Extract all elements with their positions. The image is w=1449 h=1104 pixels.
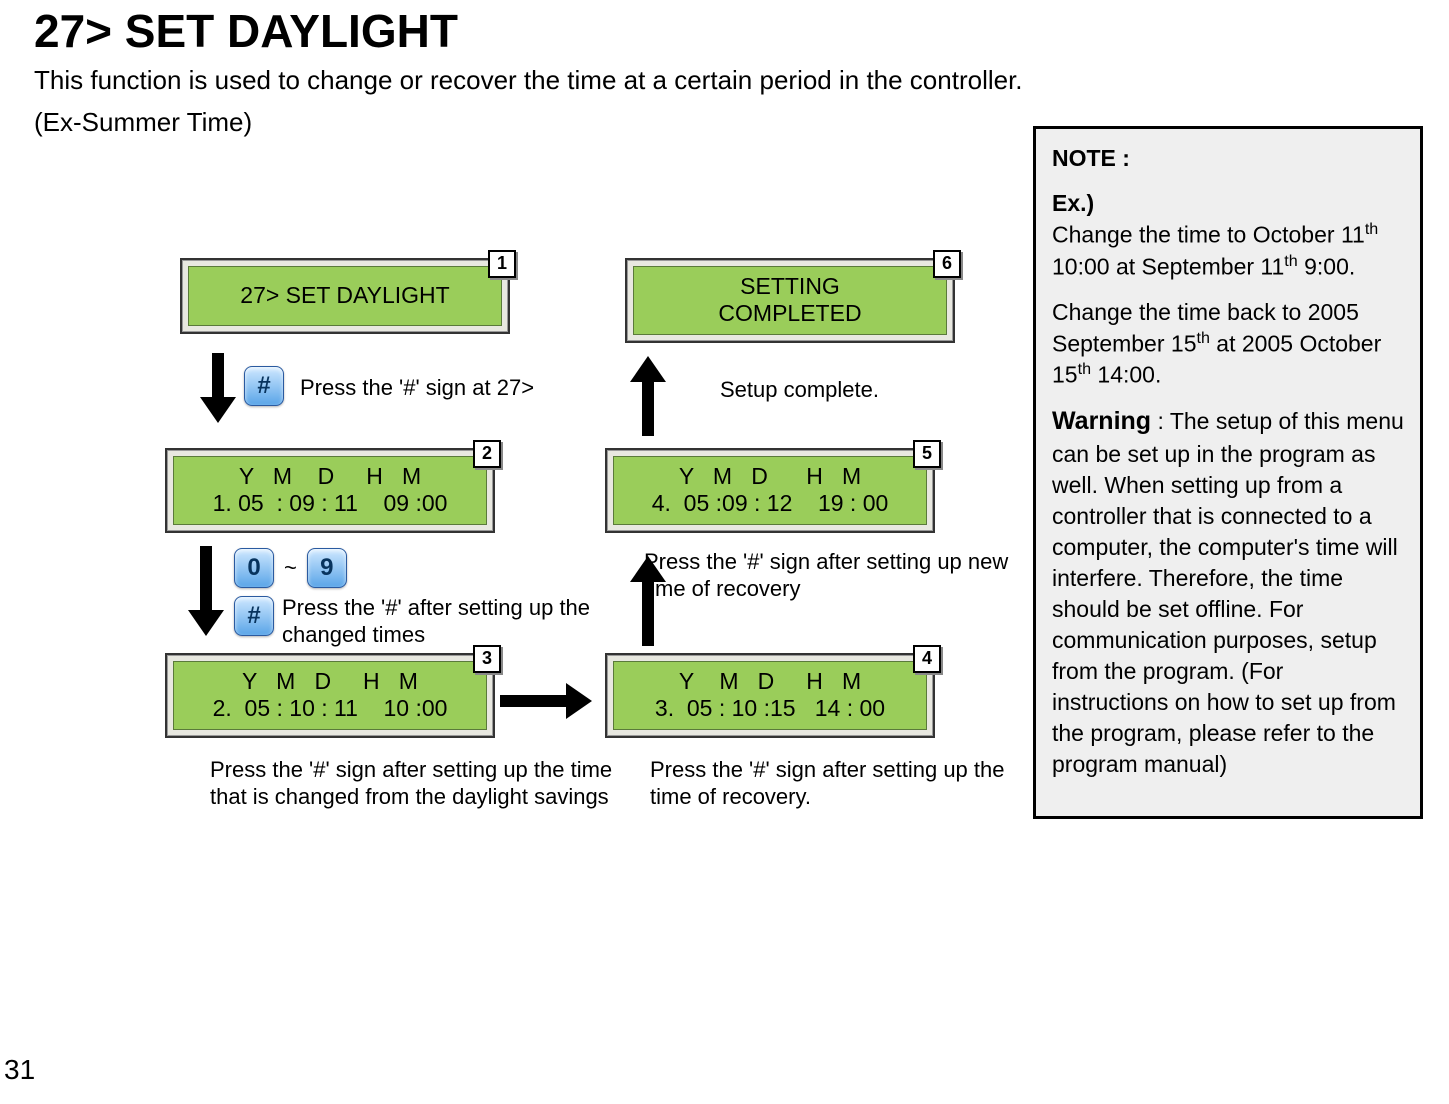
key-row-numbers: 0 ~ 9 — [234, 548, 347, 588]
note-ex2-c: 14:00. — [1091, 362, 1161, 388]
lcd-5-line2: 4. 05 :09 : 12 19 : 00 — [652, 490, 889, 518]
sup-th-3: th — [1196, 329, 1209, 347]
lcd-5-line1: Y M D H M — [679, 463, 861, 491]
note-box: NOTE : Ex.) Change the time to October 1… — [1033, 126, 1423, 819]
key-hash-2: # — [234, 596, 274, 636]
arrow-up-icon-2 — [630, 356, 666, 441]
lcd-3-line2: 2. 05 : 10 : 11 10 :00 — [213, 695, 448, 723]
sup-th-1: th — [1365, 220, 1378, 238]
arrow-down-icon — [200, 353, 236, 428]
lcd-step-4: Y M D H M 3. 05 : 10 :15 14 : 00 4 — [605, 653, 935, 738]
step-badge-5: 5 — [913, 440, 941, 468]
lcd-step-1: 27> SET DAYLIGHT 1 — [180, 258, 510, 334]
lcd-2-line1: Y M D H M — [239, 463, 421, 491]
step-badge-2: 2 — [473, 440, 501, 468]
step-badge-3: 3 — [473, 645, 501, 673]
note-warning-body: : The setup of this menu can be set up i… — [1052, 408, 1404, 777]
hash-key-icon-2: # — [234, 596, 274, 636]
step-badge-6: 6 — [933, 250, 961, 278]
note-ex1-b: 10:00 at September 11 — [1052, 253, 1284, 279]
lcd-step-6: SETTING COMPLETED 6 — [625, 258, 955, 343]
page-title: 27> SET DAYLIGHT — [34, 4, 1449, 58]
tilde-label: ~ — [284, 555, 297, 581]
caption-5: Press the '#' sign after setting up new … — [644, 548, 1024, 603]
note-ex-label: Ex.) — [1052, 190, 1094, 216]
caption-6: Setup complete. — [720, 376, 879, 404]
caption-1: Press the '#' sign at 27> — [300, 374, 534, 402]
sup-th-4: th — [1078, 360, 1091, 378]
zero-key-icon: 0 — [234, 548, 274, 588]
lcd-step-2: Y M D H M 1. 05 : 09 : 11 09 :00 2 — [165, 448, 495, 533]
lcd-4-line2: 3. 05 : 10 :15 14 : 00 — [655, 695, 885, 723]
caption-2: Press the '#' after setting up the chang… — [282, 594, 642, 649]
lcd-step-5: Y M D H M 4. 05 :09 : 12 19 : 00 5 — [605, 448, 935, 533]
arrow-down-icon-2 — [188, 546, 224, 641]
hash-key-icon: # — [244, 366, 284, 406]
arrow-right-icon — [500, 683, 592, 724]
caption-4: Press the '#' sign after setting up the … — [650, 756, 1050, 811]
lcd-6-line2: COMPLETED — [718, 300, 861, 328]
note-warning-label: Warning — [1052, 407, 1151, 435]
page-subtitle-1: This function is used to change or recov… — [34, 64, 1449, 98]
lcd-1-line1: 27> SET DAYLIGHT — [240, 282, 449, 310]
step-badge-4: 4 — [913, 645, 941, 673]
note-ex1-a: Change the time to October 11 — [1052, 222, 1365, 248]
lcd-step-3: Y M D H M 2. 05 : 10 : 11 10 :00 3 — [165, 653, 495, 738]
lcd-6-line1: SETTING — [740, 273, 840, 301]
step-badge-1: 1 — [488, 250, 516, 278]
lcd-2-line2: 1. 05 : 09 : 11 09 :00 — [213, 490, 448, 518]
lcd-4-line1: Y M D H M — [679, 668, 861, 696]
page-number: 31 — [4, 1054, 35, 1086]
note-ex1-c: 9:00. — [1298, 253, 1356, 279]
note-heading: NOTE : — [1052, 143, 1404, 174]
nine-key-icon: 9 — [307, 548, 347, 588]
lcd-3-line1: Y M D H M — [242, 668, 418, 696]
key-hash-1: # — [244, 366, 284, 406]
caption-3: Press the '#' sign after setting up the … — [210, 756, 630, 811]
sup-th-2: th — [1284, 252, 1297, 270]
